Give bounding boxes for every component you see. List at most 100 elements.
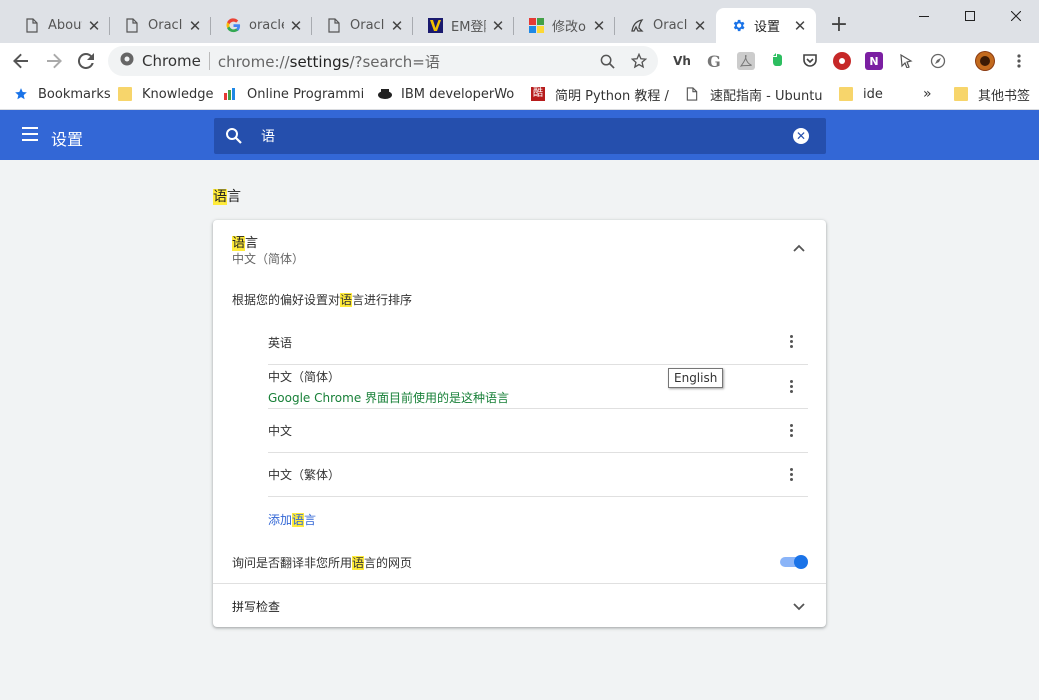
tab-title: oracle <box>249 18 284 33</box>
bookmark-item-knowledge[interactable]: Knowledge <box>118 85 213 103</box>
tab-modify-oracle[interactable]: 修改ora ✕ <box>514 8 615 43</box>
tab-oracle-google[interactable]: oracle ✕ <box>211 8 312 43</box>
evernote-extension-icon[interactable] <box>769 52 787 70</box>
new-tab-button[interactable]: + <box>829 14 849 36</box>
language-name: 中文（简体） <box>268 370 341 384</box>
bookmark-label: Online Programmin <box>247 86 363 102</box>
site-label: Chrome <box>142 52 201 70</box>
bookmark-item-python-tutorial[interactable]: 酷 简明 Python 教程 / <box>531 85 669 103</box>
puzzle-icon <box>528 18 544 34</box>
acrobat-extension-icon[interactable] <box>737 52 755 70</box>
more-vert-icon[interactable] <box>790 380 794 394</box>
grammarly-extension-icon[interactable]: G <box>705 52 723 71</box>
folder-icon <box>839 87 853 101</box>
folder-icon <box>954 87 968 101</box>
close-icon[interactable]: ✕ <box>389 18 405 34</box>
url-text: chrome://settings/?search=语 <box>217 52 440 71</box>
document-icon <box>24 18 40 34</box>
language-row-english: 英语 <box>268 320 808 365</box>
languages-row-title[interactable]: 语言 <box>232 232 258 251</box>
tab-settings[interactable]: 设置 ✕ <box>716 8 816 43</box>
bookmark-item-bookmarks[interactable]: Bookmarks <box>14 85 111 103</box>
settings-header: 设置 语 ✕ <box>0 110 1039 160</box>
close-window-button[interactable] <box>993 4 1039 28</box>
close-icon[interactable]: ✕ <box>490 18 506 34</box>
tab-strip: About ✕ Oracle ✕ oracle ✕ Oracle ✕ EM登陆 … <box>0 0 1039 43</box>
more-vert-icon[interactable] <box>790 424 794 438</box>
hamburger-menu-icon[interactable] <box>22 127 38 141</box>
bookmark-item-ide[interactable]: ide <box>839 85 883 103</box>
bookmark-label: ide <box>863 86 883 102</box>
bookmark-item-ibm[interactable]: IBM developerWorl <box>377 85 515 103</box>
minimize-button[interactable] <box>901 4 947 28</box>
omnibox-divider <box>208 52 210 70</box>
maximize-button[interactable] <box>947 4 993 28</box>
pocket-extension-icon[interactable] <box>801 52 819 70</box>
tab-title: About <box>48 18 82 33</box>
bookmarks-overflow-button[interactable]: » <box>923 85 932 103</box>
bookmark-item-other[interactable]: 其他书签 <box>954 85 1030 103</box>
tab-title: 设置 <box>754 20 781 35</box>
forward-button[interactable] <box>40 47 68 75</box>
more-vert-icon[interactable] <box>790 335 794 349</box>
bookmark-label: 速配指南 - Ubuntu中 <box>710 88 822 104</box>
search-input[interactable]: 语 <box>261 126 275 146</box>
tab-title: 修改ora <box>552 20 587 35</box>
compass-extension-icon[interactable] <box>929 52 947 70</box>
spellcheck-title[interactable]: 拼写检查 <box>232 598 280 615</box>
offer-translate-label: 询问是否翻译非您所用语言的网页 <box>232 556 413 570</box>
tab-oracle-2[interactable]: Oracle ✕ <box>312 8 413 43</box>
oracle-bird-icon <box>629 18 645 34</box>
document-icon <box>686 87 700 101</box>
chevron-up-icon[interactable] <box>791 241 807 257</box>
tab-title: Oracle <box>148 18 183 33</box>
close-icon[interactable]: ✕ <box>792 18 808 34</box>
close-icon[interactable]: ✕ <box>591 18 607 34</box>
toolbar: Chrome chrome://settings/?search=语 <box>0 43 1039 78</box>
omnibox[interactable]: Chrome chrome://settings/?search=语 <box>108 46 658 76</box>
tab-em-login[interactable]: EM登陆 ✕ <box>413 8 514 43</box>
language-row-zh: 中文 <box>268 409 808 453</box>
vh-extension-icon[interactable]: Vh <box>673 52 691 70</box>
language-name: 中文 <box>268 424 293 438</box>
bookmark-label: Bookmarks <box>38 86 111 102</box>
languages-card: 语言 中文（简体） 根据您的偏好设置对语言进行排序 英语 中文（简体） Goog… <box>213 220 826 627</box>
divider <box>213 583 826 584</box>
bookmarks-bar: Bookmarks Knowledge Online Programmin IB… <box>0 78 1039 110</box>
tab-about[interactable]: About ✕ <box>10 8 110 43</box>
document-icon <box>326 18 342 34</box>
bookmark-star-icon[interactable] <box>630 52 648 70</box>
gear-icon <box>730 18 746 34</box>
section-title: 语言 <box>213 189 241 205</box>
language-row-zh-tw: 中文（繁体） <box>268 453 808 497</box>
cursor-extension-icon[interactable] <box>897 52 915 70</box>
back-button[interactable] <box>7 47 35 75</box>
bookmark-item-online-programming[interactable]: Online Programmin <box>223 85 363 103</box>
language-name: 中文（繁体） <box>268 468 341 482</box>
language-name: 英语 <box>268 336 293 350</box>
more-menu-icon[interactable] <box>1010 52 1028 70</box>
document-icon <box>124 18 140 34</box>
avatar[interactable] <box>975 51 995 71</box>
offer-translate-toggle[interactable] <box>780 555 808 569</box>
close-icon[interactable]: ✕ <box>187 18 203 34</box>
close-icon[interactable]: ✕ <box>86 18 102 34</box>
chevron-down-icon[interactable] <box>791 598 807 614</box>
tab-oracle-3[interactable]: Oracle ✕ <box>615 8 716 43</box>
red-circle-extension-icon[interactable] <box>833 52 851 70</box>
language-order-label: 根据您的偏好设置对语言进行排序 <box>232 293 413 307</box>
settings-search-field[interactable]: 语 ✕ <box>214 118 826 154</box>
tab-title: Oracle <box>350 18 385 33</box>
close-icon[interactable]: ✕ <box>288 18 304 34</box>
more-vert-icon[interactable] <box>790 468 794 482</box>
reload-button[interactable] <box>72 47 100 75</box>
bookmark-item-ubuntu[interactable]: 速配指南 - Ubuntu中 <box>686 85 822 103</box>
tab-oracle-1[interactable]: Oracle ✕ <box>110 8 211 43</box>
search-icon[interactable] <box>598 52 616 70</box>
clear-search-icon[interactable]: ✕ <box>793 128 809 144</box>
close-icon[interactable]: ✕ <box>692 18 708 34</box>
google-icon <box>225 18 241 34</box>
onenote-extension-icon[interactable]: N <box>865 52 883 70</box>
search-icon <box>226 128 242 144</box>
add-language-link[interactable]: 添加语言 <box>268 511 316 528</box>
